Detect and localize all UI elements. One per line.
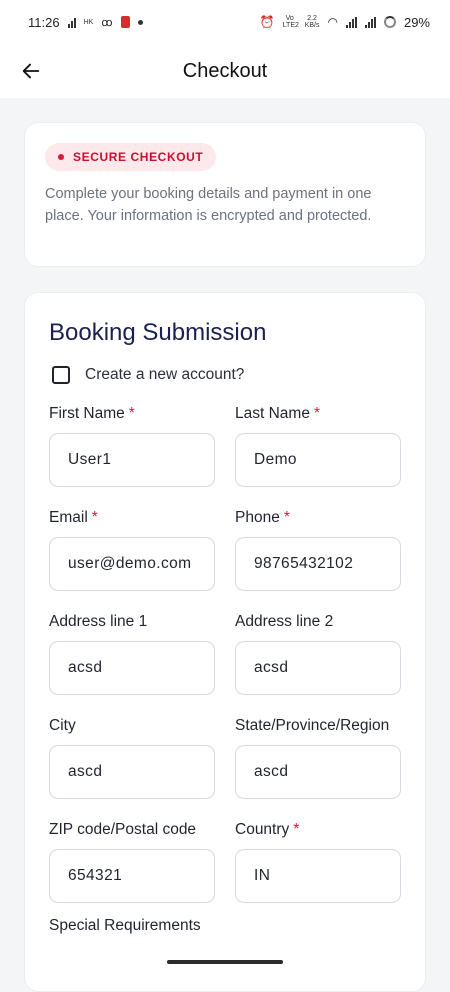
email-field[interactable] [49, 537, 215, 591]
create-account-row[interactable]: Create a new account? [49, 363, 401, 387]
hk-indicator: HK [83, 18, 94, 26]
required-marker: * [128, 405, 135, 422]
required-marker: * [293, 821, 300, 838]
status-time: 11:26 [28, 14, 60, 30]
country-label: Country * [235, 817, 401, 843]
create-account-label: Create a new account? [85, 366, 245, 383]
special-requirements-label: Special Requirements [49, 917, 201, 934]
speed-value: 2.2 [307, 15, 317, 22]
speed-unit: KB/s [304, 22, 320, 29]
country-label-text: Country [235, 821, 290, 838]
email-label-text: Email [49, 509, 88, 526]
required-marker: * [313, 405, 320, 422]
field-last-name: Last Name * [235, 401, 401, 487]
network-speed: 2.2 KB/s [305, 15, 320, 29]
volte-indicator: Vo LTE2 [282, 15, 299, 29]
zip-label: ZIP code/Postal code [49, 821, 197, 838]
field-email: Email * [49, 505, 215, 591]
battery-percent: 29% [403, 14, 430, 30]
battery-icon [383, 16, 396, 28]
state-label: State/Province/Region [235, 717, 390, 734]
more-notifications-icon [137, 19, 143, 25]
field-address-1: Address line 1 [49, 609, 215, 695]
field-city: City [49, 713, 215, 799]
voicemail-icon: ꝏ [101, 16, 113, 29]
app-bar: Checkout [0, 44, 450, 98]
form-title: Booking Submission [49, 319, 267, 346]
form-fields: First Name* Last Name* Email* Phone* Add… [49, 401, 401, 903]
secure-description: Complete your booking details and paymen… [45, 186, 372, 224]
address-line-1-input[interactable] [49, 641, 215, 695]
alarm-icon: ⏰ [259, 15, 275, 29]
field-zip: ZIP code/Postal code [49, 817, 215, 903]
secure-checkout-badge: SECURE CHECKOUT [45, 143, 217, 171]
field-address-2: Address line 2 [235, 609, 401, 695]
zip-input[interactable] [49, 849, 215, 903]
secure-checkout-card: SECURE CHECKOUT Complete your booking de… [24, 122, 426, 267]
notification-app-icon [120, 16, 130, 28]
address-line-1-label: Address line 1 [49, 613, 148, 630]
email-label: Email * [49, 505, 215, 531]
last-name-input[interactable] [235, 433, 401, 487]
signal-grid-icon [67, 17, 76, 28]
field-first-name: First Name * [49, 401, 215, 487]
status-bar: 11:26 HK ꝏ ⏰ Vo LTE2 2.2 KB/s ◠ 29% [0, 0, 450, 44]
required-marker: * [91, 509, 98, 526]
address-line-2-input[interactable] [235, 641, 401, 695]
last-name-label: Last Name * [235, 401, 401, 427]
last-name-label-text: Last Name [235, 405, 310, 422]
status-right: ⏰ Vo LTE2 2.2 KB/s ◠ 29% [260, 15, 430, 30]
first-name-label: First Name * [49, 401, 215, 427]
status-left: 11:26 HK ꝏ [28, 15, 143, 30]
page-title: Checkout [182, 59, 268, 82]
state-input[interactable] [235, 745, 401, 799]
city-label: City [49, 717, 76, 734]
cell-signal-2-icon [364, 16, 376, 28]
field-state: State/Province/Region [235, 713, 401, 799]
phone-label-text: Phone [235, 509, 280, 526]
first-name-input[interactable] [49, 433, 215, 487]
create-account-checkbox[interactable] [52, 366, 70, 384]
field-phone: Phone * [235, 505, 401, 591]
field-country: Country * [235, 817, 401, 903]
badge-label: SECURE CHECKOUT [73, 150, 204, 164]
status-dot-icon [58, 154, 64, 160]
wifi-icon: ◠ [327, 15, 338, 29]
phone-field[interactable] [235, 537, 401, 591]
phone-label: Phone * [235, 505, 401, 531]
arrow-left-icon [22, 63, 40, 79]
booking-form-card: Booking Submission Create a new account?… [24, 292, 426, 992]
first-name-label-text: First Name [49, 405, 125, 422]
home-indicator[interactable] [167, 960, 283, 964]
address-line-2-label: Address line 2 [235, 613, 334, 630]
city-input[interactable] [49, 745, 215, 799]
back-button[interactable] [14, 54, 48, 88]
cell-signal-icon [345, 16, 357, 28]
required-marker: * [283, 509, 290, 526]
country-input[interactable] [235, 849, 401, 903]
